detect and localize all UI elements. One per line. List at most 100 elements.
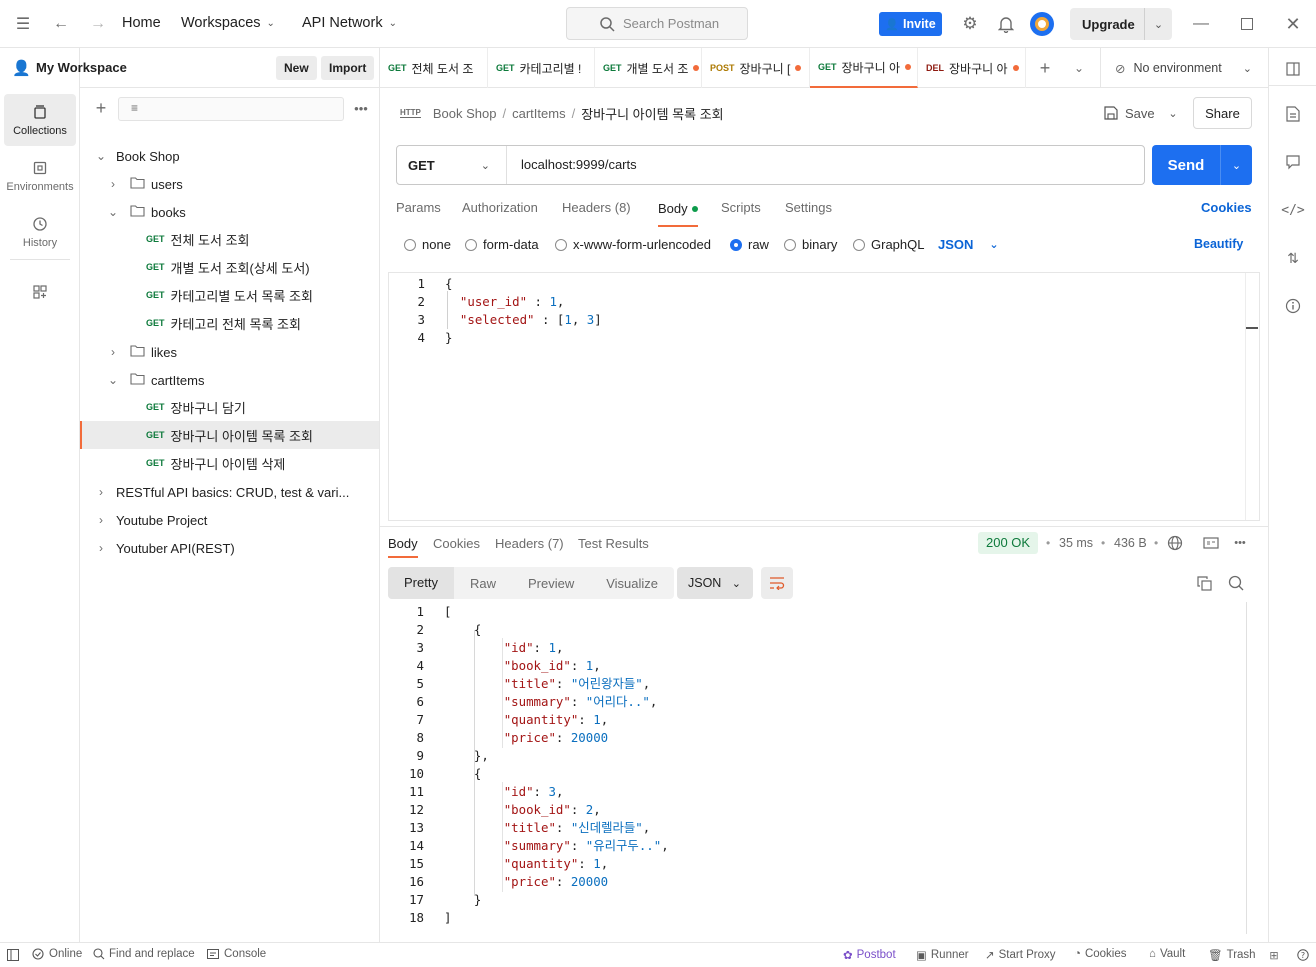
- start-proxy[interactable]: ↗ Start Proxy: [985, 948, 1056, 962]
- help-icon[interactable]: ?: [1296, 948, 1310, 962]
- right-panel-toggle-icon[interactable]: [1269, 52, 1316, 86]
- response-body[interactable]: 1 [2 {3 "id": 1, 4 "book_id": 1, 5 "title":…: [380, 602, 1268, 938]
- request-tab[interactable]: GET 전체 도서 조: [380, 48, 488, 88]
- response-format-select[interactable]: JSON ⌄: [677, 567, 753, 599]
- chevron-right-icon[interactable]: ›: [94, 485, 108, 499]
- tab-scripts[interactable]: Scripts: [721, 200, 761, 215]
- status-badge[interactable]: 200 OK: [978, 532, 1039, 554]
- nav-collections[interactable]: Collections: [4, 94, 76, 146]
- upgrade-button[interactable]: Upgrade ⌄: [1070, 8, 1172, 40]
- body-type-form-data[interactable]: form-data: [465, 237, 539, 252]
- bell-icon[interactable]: [995, 13, 1017, 35]
- close-icon[interactable]: ✕: [1283, 13, 1303, 35]
- menu-icon[interactable]: ☰: [12, 14, 34, 34]
- new-button[interactable]: New: [276, 56, 317, 80]
- tree-request-item[interactable]: GET 장바구니 담기: [80, 393, 379, 421]
- body-type-binary[interactable]: binary: [784, 237, 837, 252]
- documentation-icon[interactable]: [1283, 104, 1303, 124]
- save-response-icon[interactable]: [1202, 534, 1220, 552]
- copy-icon[interactable]: [1195, 574, 1213, 592]
- wrap-lines-icon[interactable]: [761, 567, 793, 599]
- url-input[interactable]: localhost:9999/carts: [521, 157, 637, 172]
- tree-collection-item[interactable]: ⌄ Book Shop: [80, 142, 379, 170]
- tab-authorization[interactable]: Authorization: [462, 200, 538, 215]
- tab-settings[interactable]: Settings: [785, 200, 832, 215]
- breadcrumb-collection[interactable]: Book Shop: [433, 106, 497, 121]
- globe-icon[interactable]: [1166, 534, 1184, 552]
- find-replace[interactable]: Find and replace: [93, 948, 195, 960]
- send-chevron-down-icon[interactable]: ⌄: [1220, 145, 1252, 185]
- add-icon[interactable]: +: [92, 98, 110, 118]
- tree-request-item[interactable]: GET 장바구니 아이템 삭제: [80, 449, 379, 477]
- postbot[interactable]: ✿ Postbot: [843, 948, 896, 962]
- tab-params[interactable]: Params: [396, 200, 441, 215]
- request-tab[interactable]: DEL 장바구니 아: [918, 48, 1026, 88]
- gear-icon[interactable]: ⚙: [959, 13, 981, 35]
- cookies[interactable]: ◔ Cookies: [1074, 948, 1127, 960]
- tree-collection-item[interactable]: › RESTful API basics: CRUD, test & vari..…: [80, 478, 379, 506]
- info-icon[interactable]: [1283, 296, 1303, 316]
- response-time[interactable]: 35 ms: [1059, 536, 1093, 550]
- request-tab[interactable]: POST 장바구니 [: [702, 48, 810, 88]
- invite-button[interactable]: 👤 Invite: [879, 12, 942, 36]
- chevron-right-icon[interactable]: ›: [94, 513, 108, 527]
- save-button[interactable]: Save: [1104, 103, 1155, 123]
- home-link[interactable]: Home: [122, 15, 161, 31]
- method-select[interactable]: GET ⌄: [397, 146, 507, 184]
- filter-input[interactable]: ≡: [118, 97, 344, 121]
- tree-request-item[interactable]: GET 개별 도서 조회(상세 도서): [80, 253, 379, 281]
- console[interactable]: Console: [207, 948, 266, 960]
- environment-selector[interactable]: ⊘ No environment ⌄: [1100, 48, 1268, 88]
- response-tab-test-results[interactable]: Test Results: [578, 536, 649, 551]
- response-tab-cookies[interactable]: Cookies: [433, 536, 480, 551]
- send-button[interactable]: Send ⌄: [1152, 145, 1252, 185]
- view-tab-pretty[interactable]: Pretty: [388, 567, 454, 599]
- response-size[interactable]: 436 B: [1114, 536, 1147, 550]
- search-box[interactable]: Search Postman: [566, 7, 748, 40]
- response-tab-headers[interactable]: Headers (7): [495, 536, 564, 551]
- tab-body[interactable]: Body: [658, 200, 698, 217]
- tree-request-item[interactable]: GET 전체 도서 조회: [80, 225, 379, 253]
- nav-history[interactable]: History: [4, 206, 76, 258]
- tree-folder-item[interactable]: › likes: [80, 338, 379, 366]
- tree-collection-item[interactable]: › Youtube Project: [80, 506, 379, 534]
- nav-environments[interactable]: Environments: [4, 150, 76, 202]
- chevron-right-icon[interactable]: ›: [106, 177, 120, 191]
- chevron-down-icon[interactable]: ⌄: [94, 149, 108, 163]
- body-format-select[interactable]: JSON ⌄: [938, 237, 999, 252]
- minimize-icon[interactable]: —: [1190, 14, 1212, 34]
- request-tab[interactable]: GET 개별 도서 조: [595, 48, 702, 88]
- tab-headers[interactable]: Headers (8): [562, 200, 631, 215]
- tree-request-item[interactable]: GET 카테고리별 도서 목록 조회: [80, 281, 379, 309]
- new-tab-icon[interactable]: +: [1036, 58, 1054, 78]
- chevron-down-icon[interactable]: ⌄: [106, 205, 120, 219]
- vault[interactable]: ⌂ Vault: [1149, 948, 1185, 960]
- comments-icon[interactable]: [1283, 152, 1303, 172]
- code-icon[interactable]: </>: [1281, 200, 1304, 220]
- body-type-raw[interactable]: raw: [730, 237, 769, 252]
- runner[interactable]: ▣ Runner: [916, 948, 969, 962]
- maximize-icon[interactable]: [1241, 18, 1253, 30]
- workspace-name[interactable]: My Workspace: [36, 60, 127, 75]
- body-type-none[interactable]: none: [404, 237, 451, 252]
- more-options-icon[interactable]: •••: [352, 100, 370, 116]
- chevron-down-icon[interactable]: ⌄: [1144, 8, 1172, 40]
- tree-request-item[interactable]: GET 장바구니 아이템 목록 조회: [80, 421, 379, 449]
- more-options-icon[interactable]: •••: [1231, 534, 1249, 552]
- request-tab[interactable]: GET 장바구니 아: [810, 48, 918, 88]
- tree-folder-item[interactable]: › users: [80, 170, 379, 198]
- breadcrumb-folder[interactable]: cartItems: [512, 106, 565, 121]
- share-button[interactable]: Share: [1193, 97, 1252, 129]
- api-network-menu[interactable]: API Network ⌄: [302, 15, 397, 31]
- beautify-link[interactable]: Beautify: [1194, 237, 1243, 251]
- body-type-graphql[interactable]: GraphQL: [853, 237, 924, 252]
- tree-folder-item[interactable]: ⌄ books: [80, 198, 379, 226]
- breadcrumb-request[interactable]: 장바구니 아이템 목록 조회: [581, 104, 723, 123]
- cookies-link[interactable]: Cookies: [1201, 200, 1252, 215]
- related-collections-icon[interactable]: ⇅: [1283, 248, 1303, 268]
- trash[interactable]: 🗑 Trash: [1208, 948, 1256, 962]
- tree-folder-item[interactable]: ⌄ cartItems: [80, 366, 379, 394]
- view-tab-raw[interactable]: Raw: [454, 576, 512, 591]
- sidebar-toggle-icon[interactable]: [6, 948, 20, 962]
- workspaces-menu[interactable]: Workspaces ⌄: [181, 15, 275, 31]
